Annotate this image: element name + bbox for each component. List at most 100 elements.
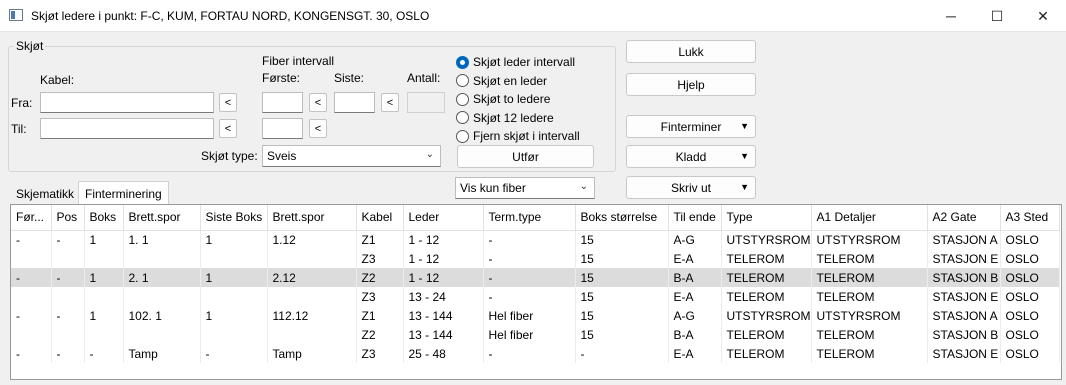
table-cell: - <box>483 249 576 268</box>
table-cell: 1 <box>84 306 124 325</box>
table-header-row: Før... Pos Boks Brett.spor Siste Boks Br… <box>11 205 1060 231</box>
radio-unselected-icon <box>456 92 469 106</box>
table-row[interactable]: Z3 13 - 24-15 E-A TELEROM TELEROM STASJON E OS… <box>11 287 1060 306</box>
table-row[interactable]: - - - Tamp - Tamp Z3 25 - 48- - E-A TELEROM TELEROM… <box>11 344 1060 363</box>
column-header[interactable]: Type <box>721 205 812 231</box>
column-header[interactable]: Kabel <box>356 205 404 231</box>
table-cell <box>267 249 357 268</box>
til-forste-input[interactable] <box>262 118 303 139</box>
fiber-filter-value: Vis kun fiber <box>460 181 526 195</box>
table-cell <box>200 287 268 306</box>
til-kabel-input[interactable] <box>40 118 214 139</box>
radio-unselected-icon <box>456 111 469 125</box>
table-cell <box>11 325 52 344</box>
table-cell: - <box>11 306 52 325</box>
hjelp-button[interactable]: Hjelp <box>626 73 756 96</box>
fra-forste-pick-button[interactable]: < <box>309 93 327 112</box>
finterminer-menu-button[interactable]: Finterminer ▼ <box>626 115 756 138</box>
table-cell: - <box>483 287 576 306</box>
radio-label: Skjøt leder intervall <box>473 55 576 70</box>
column-header[interactable]: Siste Boks <box>200 205 268 231</box>
table-row[interactable]: - -1 2. 1 1 2.12 Z2 1 - 12-15 B-A TELEROM TELEROM… <box>11 268 1060 287</box>
column-header[interactable]: Term.type <box>483 205 576 231</box>
table-cell: TELEROM <box>721 325 812 344</box>
table-cell: E-A <box>668 344 722 363</box>
table-cell: - <box>84 344 124 363</box>
antall-label: Antall: <box>407 71 441 85</box>
table-cell: - <box>200 344 268 363</box>
siste-label: Siste: <box>334 71 365 85</box>
table-cell: TELEROM <box>721 249 812 268</box>
radio-skjot-12-ledere[interactable]: Skjøt 12 ledere <box>456 109 580 128</box>
table-cell: STASJON E <box>927 249 1001 268</box>
radio-skjot-en-leder[interactable]: Skjøt en leder <box>456 72 580 91</box>
skjot-type-select[interactable]: Sveis ⌄ <box>262 145 441 167</box>
fiber-filter-select[interactable]: Vis kun fiber ⌄ <box>455 177 595 199</box>
table-cell: - <box>483 268 576 287</box>
tab-skjematikk[interactable]: Skjematikk <box>10 183 80 205</box>
table-cell: STASJON E <box>927 287 1001 306</box>
fra-siste-input[interactable] <box>334 92 375 113</box>
radio-fjern-skjot-intervall[interactable]: Fjern skjøt i intervall <box>456 127 580 146</box>
table-cell: STASJON A <box>927 230 1001 249</box>
utfor-button[interactable]: Utfør <box>457 145 594 168</box>
fra-kabel-input[interactable] <box>40 92 214 113</box>
til-kabel-pick-button[interactable]: < <box>219 119 237 138</box>
column-header[interactable]: A2 Gate <box>927 205 1001 231</box>
table-cell: - <box>51 230 85 249</box>
table-cell: 112.12 <box>267 306 357 325</box>
kladd-label: Kladd <box>675 149 707 164</box>
column-header[interactable]: Brett.spor <box>123 205 201 231</box>
column-header[interactable]: Boks størrelse <box>575 205 669 231</box>
lukk-button[interactable]: Lukk <box>626 40 756 63</box>
til-forste-pick-button[interactable]: < <box>309 119 327 138</box>
table-cell: OSLO <box>1000 287 1060 306</box>
table-row[interactable]: Z3 1 - 12-15 E-A TELEROM TELEROM STASJON E OSL… <box>11 249 1060 268</box>
table-cell <box>11 287 52 306</box>
column-header[interactable]: Brett.spor <box>267 205 357 231</box>
kladd-menu-button[interactable]: Kladd ▼ <box>626 145 756 168</box>
fra-kabel-pick-button[interactable]: < <box>219 93 237 112</box>
table-row[interactable]: - -1 1. 1 1 1.12 Z1 1 - 12-15 A-G UTSTYRSROM UTST… <box>11 230 1060 249</box>
column-header[interactable]: Pos <box>51 205 85 231</box>
finterminering-grid[interactable]: Før... Pos Boks Brett.spor Siste Boks Br… <box>10 204 1062 380</box>
maximize-icon[interactable]: ☐ <box>974 0 1020 32</box>
table-cell: Z2 <box>356 268 404 287</box>
table-cell: Z3 <box>356 249 404 268</box>
kabel-label: Kabel: <box>40 73 75 87</box>
fra-siste-pick-button[interactable]: < <box>381 93 399 112</box>
table-cell: TELEROM <box>811 325 928 344</box>
fra-forste-input[interactable] <box>262 92 303 113</box>
table-cell: 1 <box>200 230 268 249</box>
table-cell: 13 - 24 <box>403 287 484 306</box>
tab-finterminering[interactable]: Finterminering <box>78 181 169 205</box>
skriv-ut-menu-button[interactable]: Skriv ut ▼ <box>626 176 756 199</box>
radio-unselected-icon <box>456 74 469 88</box>
table-cell <box>51 287 85 306</box>
minimize-icon[interactable]: ─ <box>928 0 974 32</box>
skjot-group-label: Skjøt <box>14 39 46 53</box>
table-cell: OSLO <box>1000 306 1060 325</box>
column-header[interactable]: Før... <box>11 205 52 231</box>
column-header[interactable]: Til ende <box>668 205 722 231</box>
table-cell <box>51 325 85 344</box>
column-header[interactable]: A3 Sted <box>1000 205 1060 231</box>
radio-skjot-leder-intervall[interactable]: Skjøt leder intervall <box>456 53 580 72</box>
table-cell: 15 <box>575 249 669 268</box>
column-header[interactable]: Leder <box>403 205 484 231</box>
table-cell: STASJON B <box>927 325 1001 344</box>
column-header[interactable]: Boks <box>84 205 124 231</box>
table-row[interactable]: - -1 102. 1 1 112.12 Z1 13 - 144 Hel fiber 15 A-G… <box>11 306 1060 325</box>
table-row[interactable]: Z2 13 - 144 Hel fiber 15 B-A TELEROM TELEROM ST… <box>11 325 1060 344</box>
finterminering-table: Før... Pos Boks Brett.spor Siste Boks Br… <box>11 205 1060 363</box>
close-icon[interactable]: ✕ <box>1020 0 1066 32</box>
table-cell: B-A <box>668 325 722 344</box>
table-cell: - <box>483 344 576 363</box>
antall-field <box>407 92 445 113</box>
table-cell: Z3 <box>356 344 404 363</box>
radio-skjot-to-ledere[interactable]: Skjøt to ledere <box>456 90 580 109</box>
column-header[interactable]: A1 Detaljer <box>811 205 928 231</box>
table-cell: - <box>11 344 52 363</box>
table-cell: 13 - 144 <box>403 325 484 344</box>
table-cell: - <box>11 268 52 287</box>
